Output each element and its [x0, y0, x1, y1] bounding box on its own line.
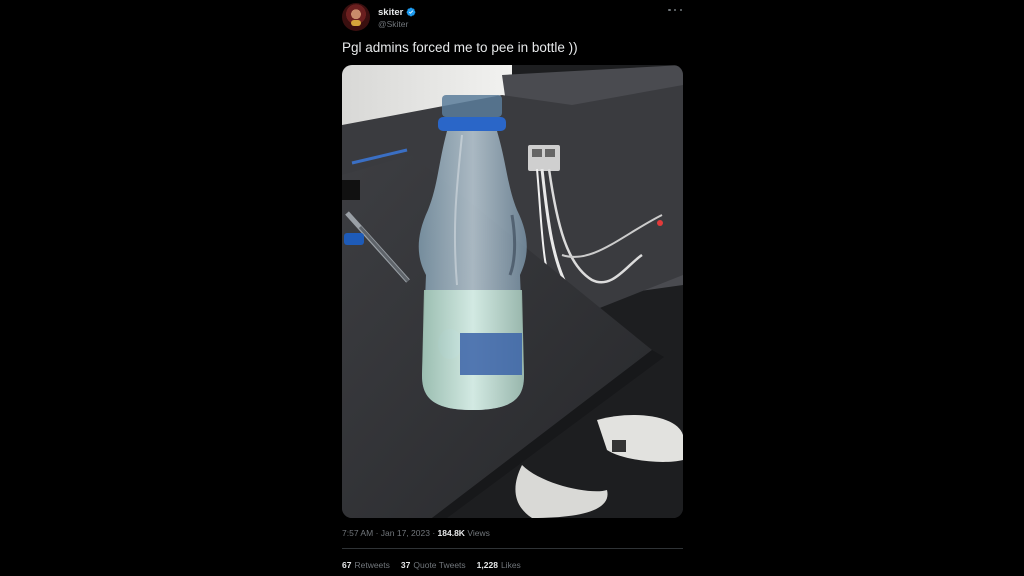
tweet-meta: 7:57 AM · Jan 17, 2023 · 184.8K Views [342, 528, 490, 538]
views-label: Views [467, 528, 490, 538]
tweet-screenshot: skiter @Skiter Pgl admins forced me to p… [0, 0, 1024, 576]
quotes-label: Quote Tweets [413, 560, 466, 570]
likes-label: Likes [500, 560, 521, 570]
avatar-detail [351, 20, 361, 26]
name-row: skiter [378, 5, 416, 19]
likes-stat[interactable]: 1,228 Likes [477, 560, 521, 570]
verified-badge-icon [406, 7, 416, 17]
quotes-count: 37 [400, 560, 411, 570]
retweets-count: 67 [342, 560, 352, 570]
tweet-time[interactable]: 7:57 AM [342, 528, 373, 538]
tweet-date[interactable]: Jan 17, 2023 [381, 528, 430, 538]
tweet-photo[interactable] [342, 65, 683, 518]
tweet-stats: 67 Retweets 37 Quote Tweets 1,228 Likes [342, 560, 521, 570]
retweets-stat[interactable]: 67 Retweets [342, 560, 390, 570]
divider [342, 548, 683, 549]
tweet-card: skiter @Skiter Pgl admins forced me to p… [342, 0, 684, 576]
handle[interactable]: @Skiter [378, 19, 408, 29]
retweets-label: Retweets [354, 560, 390, 570]
meta-separator-2: · [432, 528, 436, 538]
tweet-text: Pgl admins forced me to pee in bottle )) [342, 40, 578, 55]
photo-bottle-on-desk [342, 65, 683, 518]
more-dots-icon[interactable] [668, 5, 682, 15]
likes-count: 1,228 [476, 560, 498, 570]
display-name[interactable]: skiter [378, 7, 403, 18]
quote-tweets-stat[interactable]: 37 Quote Tweets [401, 560, 466, 570]
avatar[interactable] [342, 3, 370, 31]
meta-separator: · [375, 528, 379, 538]
tweet-header: skiter @Skiter [342, 3, 684, 31]
views-count: 184.8K [437, 528, 465, 538]
